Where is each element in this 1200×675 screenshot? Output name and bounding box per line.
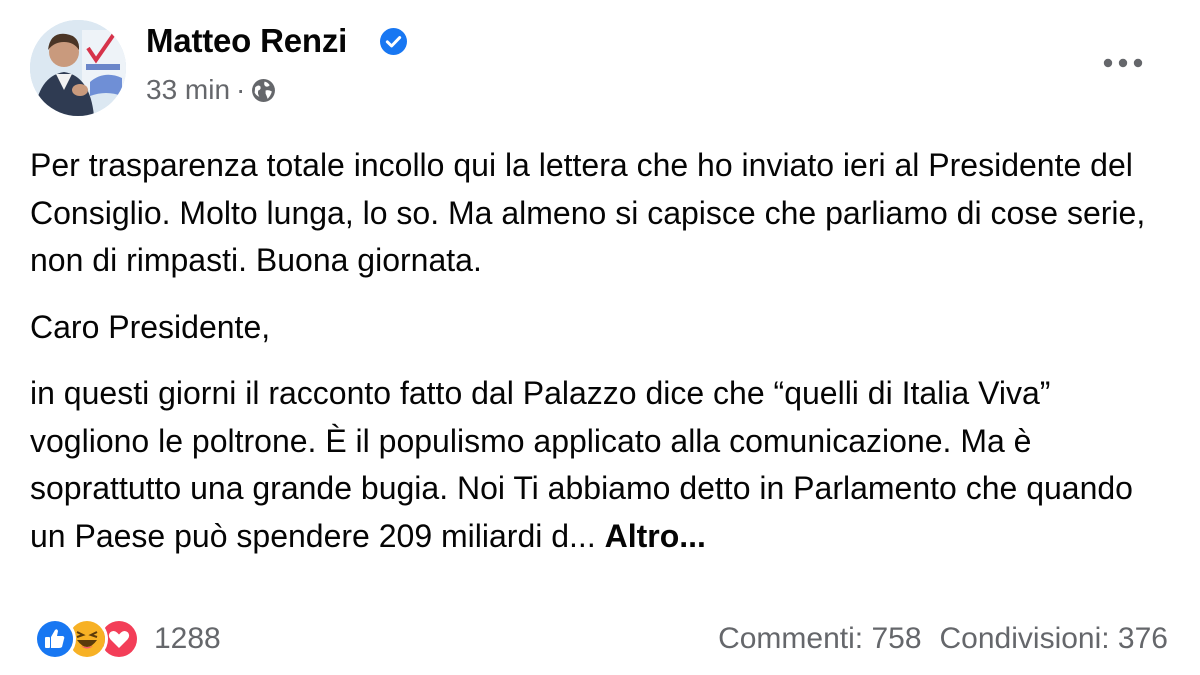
facebook-post: Matteo Renzi 33 min · Per trasparenza to… [0,0,1200,675]
author-avatar[interactable] [30,20,126,116]
more-options-button[interactable] [1098,46,1148,80]
post-paragraph-text: in questi giorni il racconto fatto dal P… [30,375,1133,554]
see-more-link[interactable]: Altro... [605,518,706,554]
author-name[interactable]: Matteo Renzi [146,22,347,60]
post-paragraph: Caro Presidente, [30,308,271,345]
meta-separator: · [236,74,246,105]
comments-count[interactable]: Commenti: 758 [718,622,921,656]
post-paragraph: Per trasparenza totale incollo qui la le… [30,147,1146,278]
post-timestamp[interactable]: 33 min [146,74,230,106]
avatar-image [30,20,126,116]
reactions-summary[interactable]: 1288 [34,617,221,661]
more-dots-icon [1103,58,1143,68]
verified-badge-icon [380,28,407,55]
reaction-count[interactable]: 1288 [154,622,221,656]
post-paragraph: in questi giorni il racconto fatto dal P… [30,370,1170,560]
globe-icon[interactable] [251,78,276,103]
post-text: Per trasparenza totale incollo qui la le… [30,142,1170,560]
shares-count[interactable]: Condivisioni: 376 [940,622,1168,656]
post-meta: 33 min · [146,74,276,106]
post-stats: Commenti: 758 Condivisioni: 376 [718,617,1168,661]
like-icon [34,618,76,660]
